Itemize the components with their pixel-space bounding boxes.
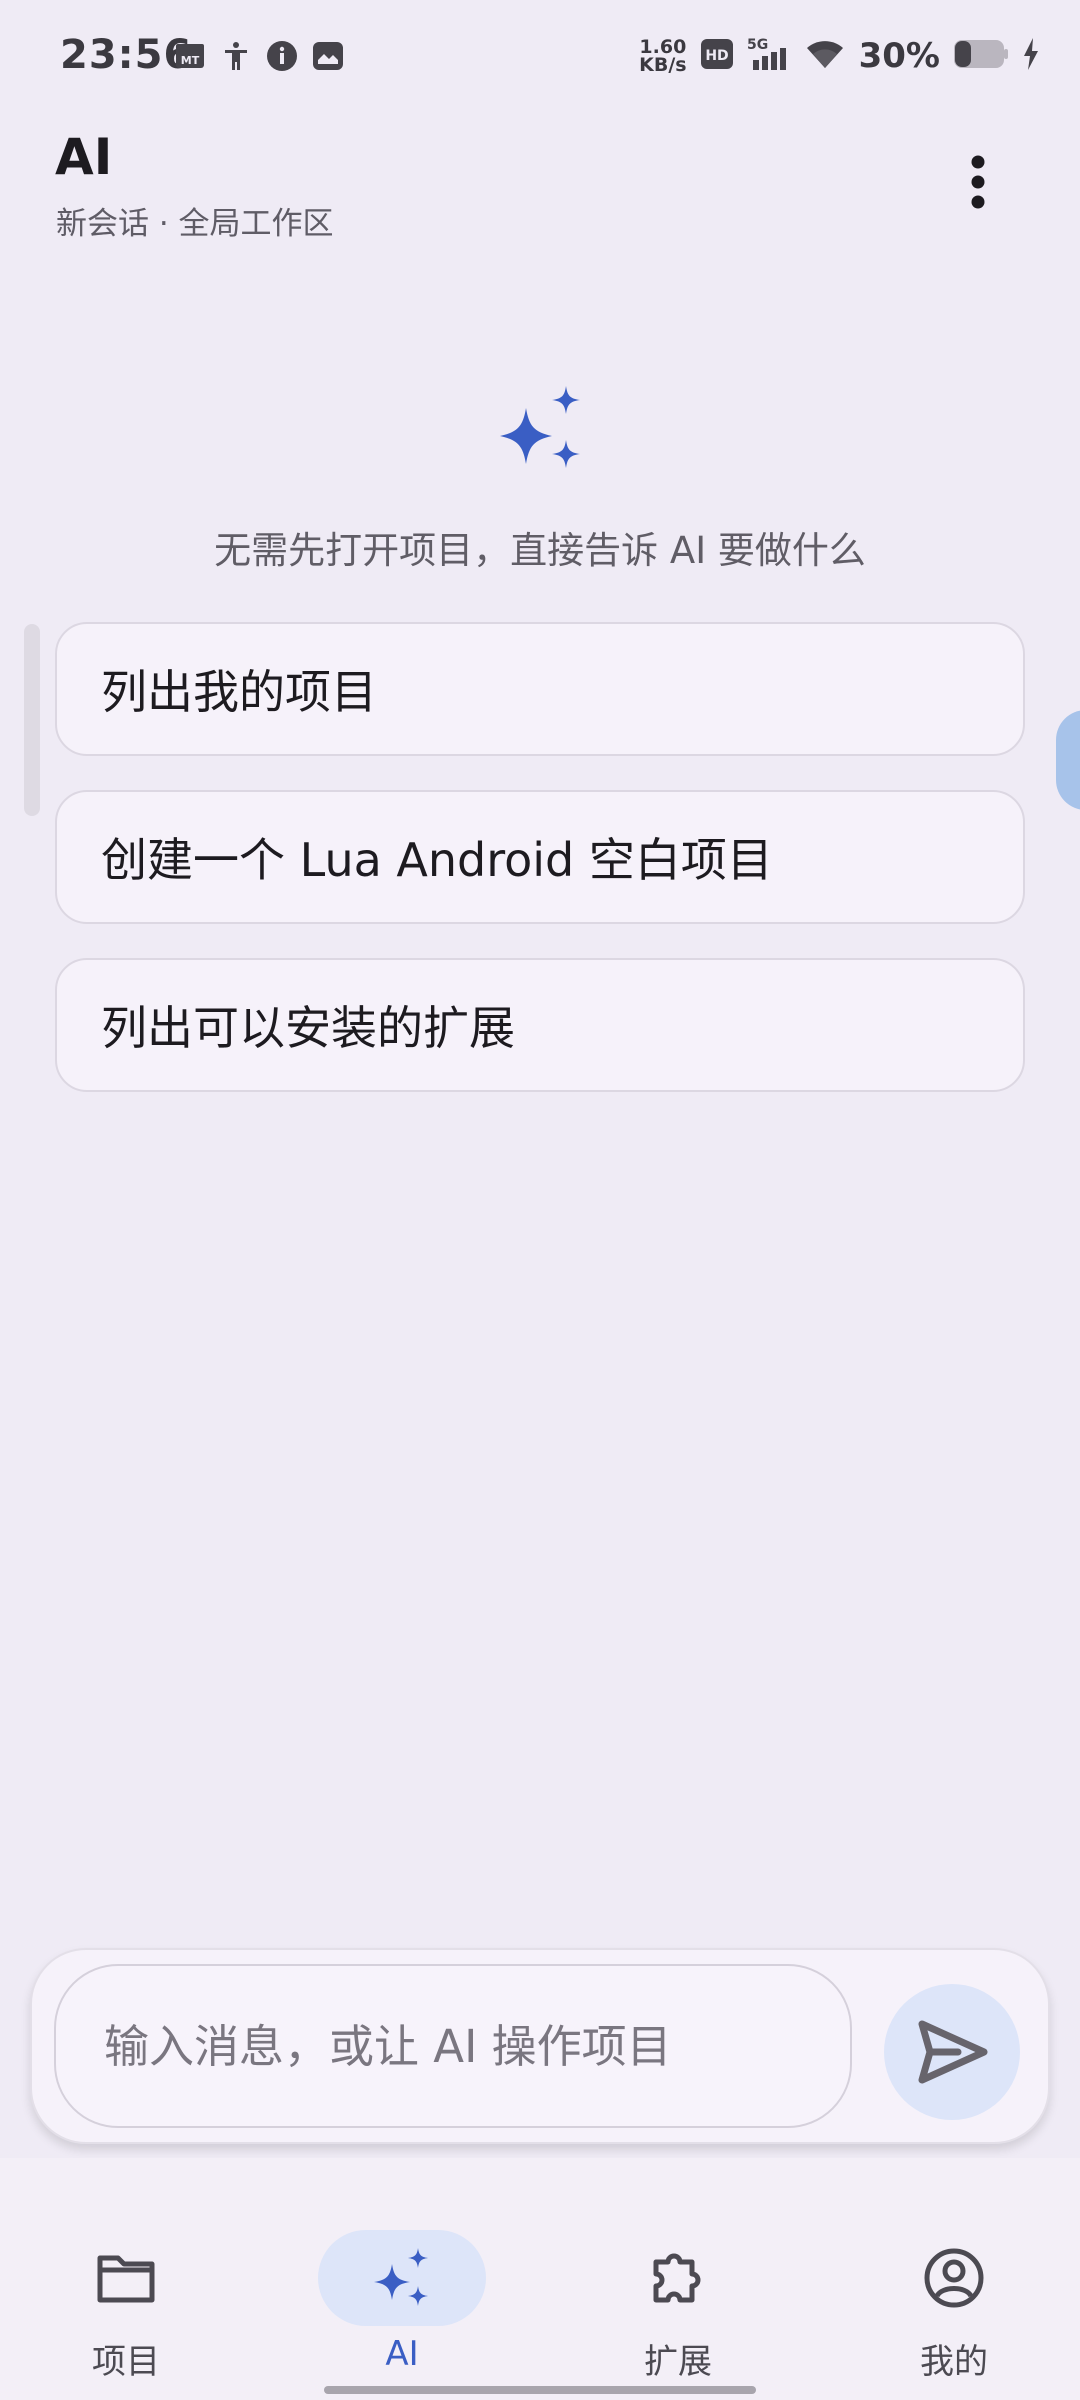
home-indicator[interactable] [324, 2386, 756, 2394]
send-icon [918, 2020, 988, 2084]
scroll-thumb[interactable] [24, 624, 40, 816]
nav-item-extensions[interactable]: 扩展 [566, 2194, 786, 2382]
session-subtitle: 新会话 · 全局工作区 [56, 206, 334, 242]
wifi-icon [805, 38, 845, 74]
status-time: 23:56 [60, 32, 193, 78]
suggestion-create-lua-project[interactable]: 创建一个 Lua Android 空白项目 [55, 790, 1025, 924]
send-button[interactable] [884, 1984, 1020, 2120]
net-speed: 1.60 KB/s [639, 36, 687, 76]
more-options-button[interactable] [950, 142, 1006, 222]
message-input[interactable] [54, 1964, 852, 2128]
battery-icon [954, 39, 1008, 73]
hd-icon: HD [700, 39, 733, 73]
suggestion-label: 列出我的项目 [101, 665, 377, 719]
sparkle-icon [494, 382, 590, 478]
status-left-icons: MT [174, 40, 344, 72]
floating-edge-bubble[interactable] [1056, 710, 1080, 810]
suggestion-label: 列出可以安装的扩展 [101, 1001, 515, 1055]
more-vert-icon [971, 155, 985, 209]
status-right-icons: 1.60 KB/s HD 5G 30% [639, 36, 1040, 76]
svg-text:5G: 5G [747, 37, 768, 53]
page-title: AI [55, 128, 113, 186]
suggestion-label: 创建一个 Lua Android 空白项目 [101, 833, 773, 887]
account-icon [924, 2248, 984, 2308]
charging-icon [1022, 38, 1040, 74]
svg-text:HD: HD [705, 48, 728, 64]
info-icon [266, 40, 298, 72]
message-composer [30, 1948, 1050, 2144]
nav-label: AI [385, 2334, 419, 2374]
gallery-icon [312, 40, 344, 72]
nav-item-me[interactable]: 我的 [842, 2194, 1062, 2382]
battery-percent: 30% [858, 36, 940, 76]
suggestion-list-projects[interactable]: 列出我的项目 [55, 622, 1025, 756]
nav-item-ai[interactable]: AI [290, 2194, 510, 2374]
signal-icon: 5G [747, 36, 791, 76]
sparkle-icon [374, 2248, 428, 2306]
status-bar: 23:56 MT 1.60 KB/s HD 5G 30% [0, 0, 1080, 116]
bottom-navigation: 项目 AI 扩展 我的 [0, 2158, 1080, 2400]
accessibility-icon [220, 40, 252, 72]
suggestion-list-extensions[interactable]: 列出可以安装的扩展 [55, 958, 1025, 1092]
suggestion-list: 列出我的项目 创建一个 Lua Android 空白项目 列出可以安装的扩展 [55, 622, 1025, 1126]
nav-label: 项目 [92, 2342, 160, 2382]
folder-icon [97, 2255, 155, 2303]
puzzle-icon [653, 2253, 701, 2303]
svg-text:MT: MT [181, 54, 200, 67]
nav-label: 扩展 [644, 2342, 712, 2382]
nav-label: 我的 [920, 2342, 988, 2382]
empty-state-hint: 无需先打开项目，直接告诉 AI 要做什么 [214, 529, 866, 572]
mt-icon: MT [174, 40, 206, 72]
nav-item-projects[interactable]: 项目 [14, 2194, 234, 2382]
